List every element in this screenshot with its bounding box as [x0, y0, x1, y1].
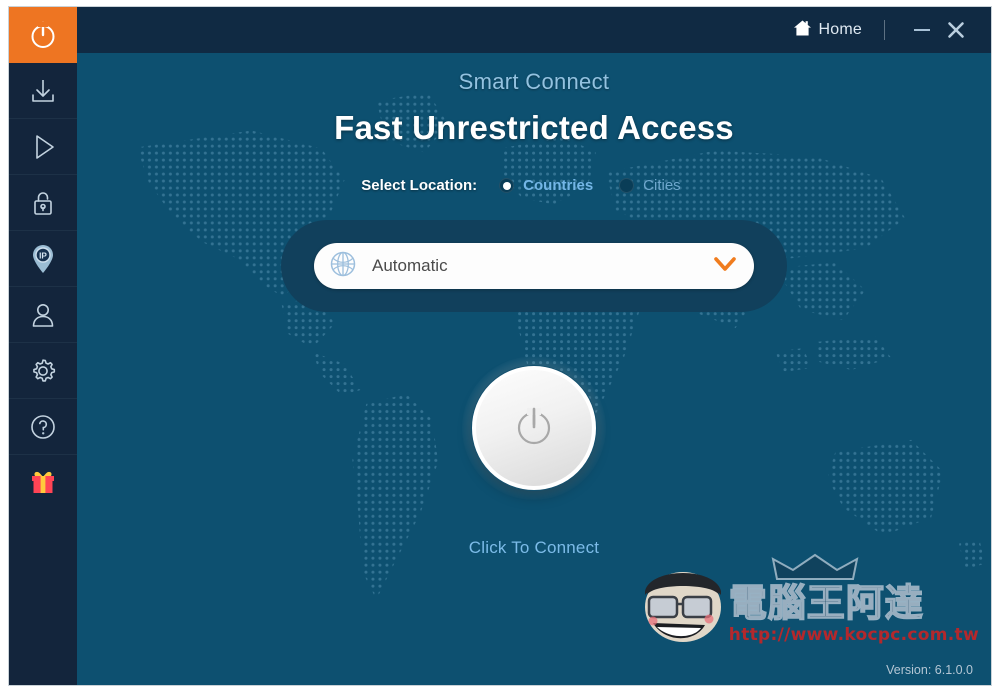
minimize-icon — [914, 29, 930, 31]
radio-countries-label: Countries — [523, 177, 594, 194]
version-label: Version: 6.1.0.0 — [886, 663, 973, 677]
sidebar-item-download[interactable] — [9, 63, 77, 119]
location-dropdown[interactable]: Automatic — [314, 243, 754, 289]
sidebar-item-power[interactable] — [9, 7, 77, 63]
power-icon — [26, 18, 60, 52]
smart-connect-label: Smart Connect — [458, 69, 610, 94]
titlebar-divider — [884, 20, 885, 40]
connect-power-button-wrapper — [462, 356, 606, 500]
svg-text:IP: IP — [39, 251, 47, 260]
gift-icon — [27, 467, 59, 499]
home-label: Home — [818, 21, 862, 38]
download-icon — [28, 76, 58, 106]
gear-icon — [28, 356, 58, 386]
sidebar-item-play[interactable] — [9, 119, 77, 175]
close-icon — [947, 21, 965, 39]
sidebar-item-settings[interactable] — [9, 343, 77, 399]
globe-icon — [328, 249, 358, 284]
user-icon — [28, 300, 58, 330]
location-dropdown-container: Automatic — [281, 220, 787, 312]
sidebar-item-account[interactable] — [9, 287, 77, 343]
question-circle-icon — [28, 412, 58, 442]
content-area: Smart Connect Fast Unrestricted Access S… — [77, 53, 991, 685]
page-title: Fast Unrestricted Access — [334, 109, 734, 146]
sidebar-item-help[interactable] — [9, 399, 77, 455]
main-pane: Home Smart Connect Fast Unrestricted Acc… — [77, 7, 991, 685]
sidebar-item-ip[interactable]: IP — [9, 231, 77, 287]
select-location-label: Select Location: — [361, 177, 478, 194]
title-bar: Home — [77, 7, 991, 53]
location-selector-row: Select Location: Countries Cities — [361, 177, 706, 194]
radio-cities-dot — [619, 178, 635, 193]
radio-countries[interactable]: Countries — [499, 177, 593, 194]
lock-icon — [28, 188, 58, 218]
radio-cities[interactable]: Cities — [619, 177, 681, 194]
sidebar-item-lock[interactable] — [9, 175, 77, 231]
ip-pin-icon: IP — [28, 243, 58, 275]
location-dropdown-value: Automatic — [372, 256, 448, 275]
minimize-button[interactable] — [905, 16, 939, 44]
application-window: IP Home Smart Connect Fast Unrestricted … — [8, 6, 992, 686]
power-icon — [511, 402, 557, 455]
connect-status-label: Click To Connect — [468, 538, 600, 557]
radio-countries-dot — [499, 178, 515, 193]
radio-cities-label: Cities — [643, 177, 681, 194]
chevron-down-icon[interactable] — [712, 255, 738, 278]
close-button[interactable] — [939, 16, 973, 44]
sidebar-item-gift[interactable] — [9, 455, 77, 511]
home-button[interactable]: Home — [793, 19, 862, 42]
home-icon — [793, 19, 812, 42]
sidebar: IP — [9, 7, 77, 685]
connect-power-button[interactable] — [472, 366, 596, 490]
play-icon — [28, 132, 58, 162]
